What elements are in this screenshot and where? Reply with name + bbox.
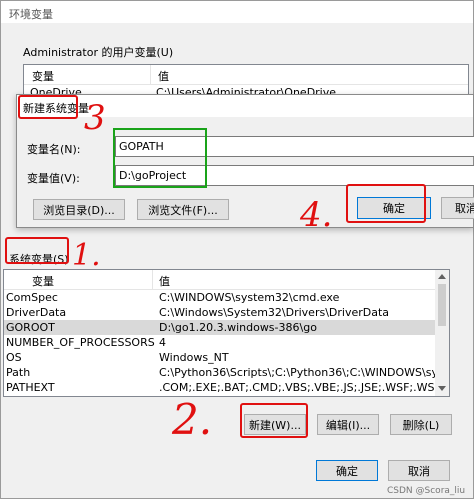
annotation-step-3: 3	[84, 98, 106, 138]
var-value: Windows_NT	[159, 351, 229, 364]
table-row[interactable]: ComSpec C:\WINDOWS\system32\cmd.exe	[4, 290, 435, 305]
col-name-header: 变量	[32, 275, 54, 288]
browse-directory-button[interactable]: 浏览目录(D)...	[33, 199, 125, 220]
table-row[interactable]: NUMBER_OF_PROCESSORS 4	[4, 335, 435, 350]
user-vars-header: 变量 值	[24, 65, 468, 85]
var-value: .COM;.EXE;.BAT;.CMD;.VBS;.VBE;.JS;.JSE;.…	[159, 381, 435, 394]
col-name-header: 变量	[32, 70, 54, 83]
table-row[interactable]: OS Windows_NT	[4, 350, 435, 365]
scrollbar-thumb[interactable]	[438, 284, 446, 326]
var-name-label: 变量名(N):	[27, 143, 81, 156]
var-name: PATHEXT	[6, 381, 55, 394]
table-row[interactable]: DriverData C:\Windows\System32\Drivers\Dr…	[4, 305, 435, 320]
var-value: 4	[159, 336, 166, 349]
scrollbar[interactable]	[435, 270, 449, 396]
annotation-box-system-vars	[5, 237, 69, 264]
annotation-step-1: 1.	[72, 238, 101, 273]
annotation-box-fields	[113, 128, 207, 188]
var-name: GOROOT	[6, 321, 55, 334]
annotation-step-2: 2.	[172, 395, 213, 444]
var-value-label: 变量值(V):	[27, 172, 80, 185]
browse-file-button[interactable]: 浏览文件(F)...	[137, 199, 229, 220]
annotation-box-dialog-ok	[346, 184, 426, 223]
var-name: NUMBER_OF_PROCESSORS	[6, 336, 155, 349]
var-value: D:\go1.20.3.windows-386\go	[159, 321, 317, 334]
var-name: OS	[6, 351, 22, 364]
annotation-box-dialog-title	[18, 95, 78, 119]
scroll-down-icon[interactable]	[438, 386, 446, 391]
var-name: DriverData	[6, 306, 67, 319]
dialog-cancel-button[interactable]: 取消	[441, 197, 474, 219]
scroll-up-icon[interactable]	[438, 274, 446, 279]
col-value-header: 值	[159, 275, 170, 288]
var-value: C:\Windows\System32\Drivers\DriverData	[159, 306, 390, 319]
var-name: Path	[6, 366, 31, 379]
footer-ok-button[interactable]: 确定	[316, 460, 378, 481]
delete-variable-button[interactable]: 删除(L)	[390, 414, 452, 435]
table-row[interactable]: GOROOT D:\go1.20.3.windows-386\go	[4, 320, 435, 335]
annotation-box-new-button	[240, 403, 308, 438]
user-vars-group-label: Administrator 的用户变量(U)	[23, 46, 174, 59]
table-row[interactable]: Path C:\Python36\Scripts\;C:\Python36\;C:…	[4, 365, 435, 380]
var-value: C:\Python36\Scripts\;C:\Python36\;C:\WIN…	[159, 366, 435, 379]
edit-variable-button[interactable]: 编辑(I)...	[317, 414, 379, 435]
system-vars-table[interactable]: 变量 值 ComSpec C:\WINDOWS\system32\cmd.exe D…	[3, 269, 450, 397]
footer-cancel-button[interactable]: 取消	[388, 460, 450, 481]
watermark: CSDN @Scora_liu	[387, 486, 466, 496]
window-title: 环境变量	[9, 8, 53, 21]
annotation-step-4: 4.	[300, 195, 333, 235]
title-bar: 环境变量	[1, 1, 473, 23]
system-vars-header: 变量 值	[4, 270, 449, 290]
col-value-header: 值	[158, 70, 169, 83]
table-row[interactable]: PATHEXT .COM;.EXE;.BAT;.CMD;.VBS;.VBE;.JS…	[4, 380, 435, 395]
var-name: ComSpec	[6, 291, 58, 304]
var-value: C:\WINDOWS\system32\cmd.exe	[159, 291, 340, 304]
